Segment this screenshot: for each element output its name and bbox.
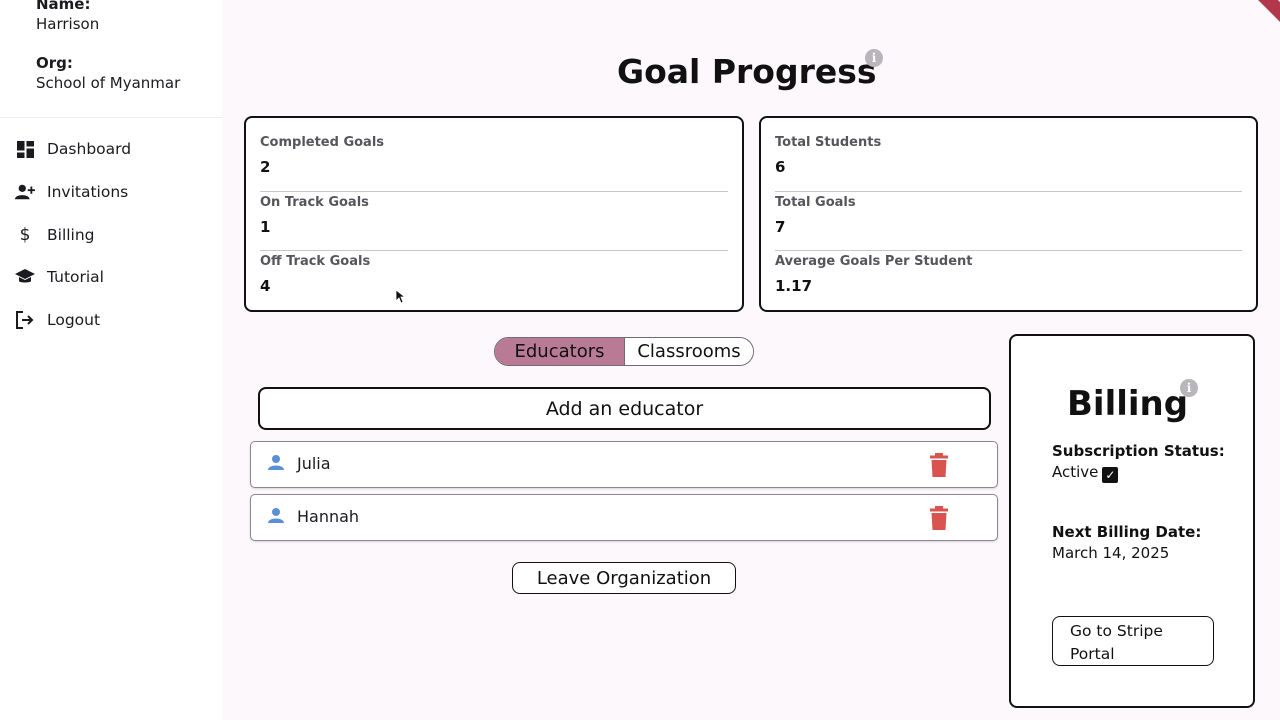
stat-row-off-track: Off Track Goals 4 [260,251,728,311]
billing-title: Billing [1067,384,1189,424]
sidebar-item-label: Tutorial [47,268,104,287]
page-title: Goal Progress [617,52,877,91]
debug-ribbon [1241,0,1280,33]
org-label: Org: [36,54,73,72]
stat-row-completed: Completed Goals 2 [260,132,728,192]
check-icon: ✓ [1102,467,1119,483]
sidebar-item-label: Invitations [47,183,129,202]
educator-name: Hannah [297,507,360,526]
stat-label: Completed Goals [260,135,385,150]
sidebar-item-invitations[interactable]: Invitations [0,171,222,214]
billing-card: Billing i Subscription Status: Active ✓ N… [1009,334,1255,708]
name-value: Harrison [36,15,100,33]
stat-value: 6 [775,158,786,176]
mouse-cursor-icon [395,289,407,308]
person-add-icon [15,182,35,202]
person-icon [267,507,285,529]
stat-label: On Track Goals [260,194,369,210]
add-educator-button[interactable]: Add an educator [258,387,991,430]
stat-value: 2 [260,158,271,176]
stat-label: Total Students [775,135,882,150]
org-value: School of Myanmar [36,74,181,92]
sidebar-item-label: Logout [47,311,101,330]
stat-row-total-students: Total Students 6 [775,132,1242,192]
subscription-status-value: Active ✓ [1052,463,1119,483]
person-icon [267,454,285,476]
delete-icon[interactable] [929,506,949,534]
stat-row-avg-goals: Average Goals Per Student 1.17 [775,251,1242,311]
sidebar-item-tutorial[interactable]: Tutorial [0,256,222,299]
school-icon [15,267,35,287]
tab-educators[interactable]: Educators [495,338,625,365]
goal-stats-card: Completed Goals 2 On Track Goals 1 Off T… [244,116,744,312]
sidebar-item-billing[interactable]: $ Billing [0,213,222,256]
list-item[interactable]: Hannah [250,494,998,541]
stat-row-on-track: On Track Goals 1 [260,192,728,251]
list-item[interactable]: Julia [250,441,998,488]
next-billing-value: March 14, 2025 [1052,544,1170,562]
next-billing-label: Next Billing Date: [1052,523,1202,541]
stat-value: 1 [260,217,271,236]
dollar-icon: $ [19,224,31,245]
stat-value: 7 [775,217,786,236]
stripe-button-line: Go to Stripe [1070,622,1163,640]
stripe-button-line: Portal [1070,645,1115,663]
status-text: Active [1052,463,1099,481]
leave-organization-button[interactable]: Leave Organization [512,562,736,594]
view-toggle: Educators Classrooms [494,337,754,366]
dashboard-icon [15,139,35,159]
stat-row-total-goals: Total Goals 7 [775,192,1242,251]
student-stats-card: Total Students 6 Total Goals 7 Average G… [759,116,1258,312]
stat-label: Average Goals Per Student [775,254,973,269]
stripe-portal-button[interactable]: Go to Stripe Portal [1052,616,1214,666]
name-label: Name: [36,0,91,13]
sidebar: Name: Harrison Org: School of Myanmar Da… [0,0,222,720]
sidebar-nav: Dashboard Invitations $ Billing Tutorial… [0,128,222,341]
logout-icon [15,310,35,330]
info-icon[interactable]: i [1180,379,1198,397]
stat-value: 4 [260,277,271,295]
subscription-status-label: Subscription Status: [1052,442,1225,460]
delete-icon[interactable] [929,453,949,481]
sidebar-item-dashboard[interactable]: Dashboard [0,128,222,171]
educator-name: Julia [297,454,331,473]
sidebar-item-label: Billing [47,225,95,244]
stat-label: Off Track Goals [260,254,371,269]
sidebar-item-label: Dashboard [47,140,132,159]
info-icon[interactable]: i [865,49,883,67]
stat-value: 1.17 [775,277,813,295]
stat-label: Total Goals [775,194,856,210]
sidebar-divider [0,117,222,118]
user-info: Name: Harrison Org: School of Myanmar [36,0,180,93]
sidebar-item-logout[interactable]: Logout [0,299,222,342]
tab-classrooms[interactable]: Classrooms [625,338,753,365]
